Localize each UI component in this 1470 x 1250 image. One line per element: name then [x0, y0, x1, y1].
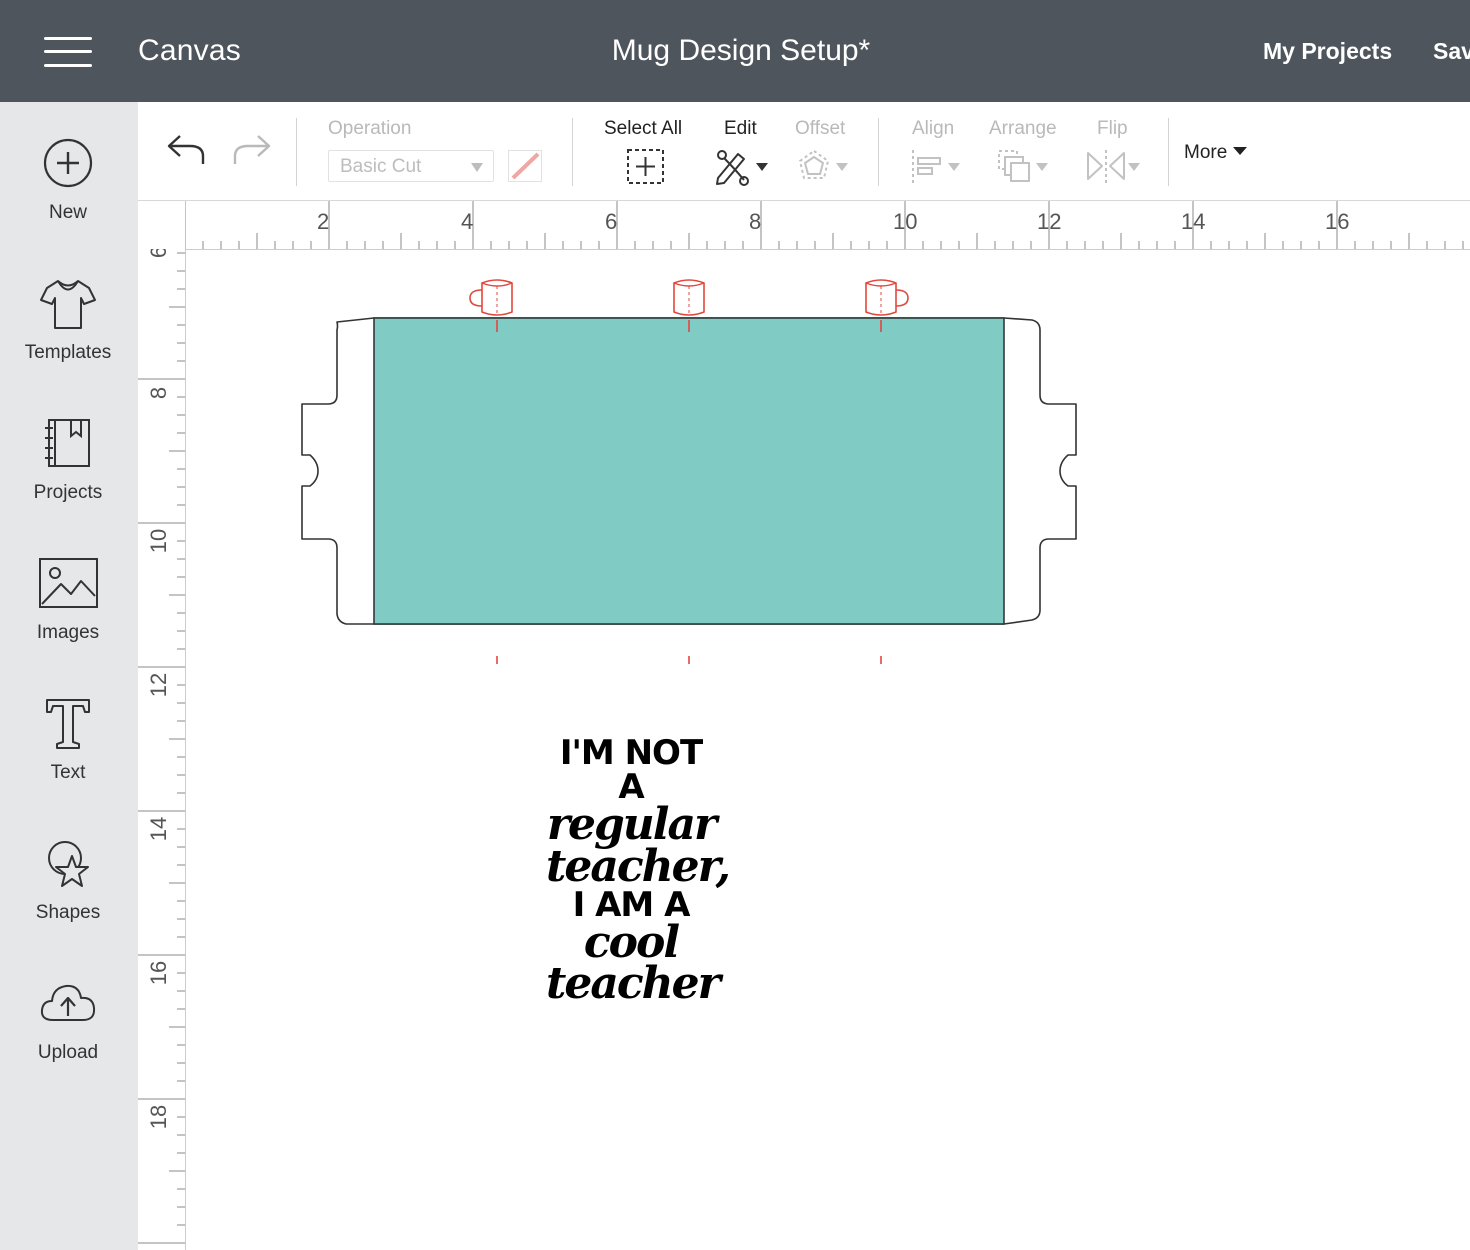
- mug-template: [301, 279, 1077, 664]
- sidebar-item-label: Projects: [33, 482, 103, 503]
- ruler-x-label: 6: [605, 209, 618, 234]
- ruler-y-label: 8: [146, 386, 171, 400]
- mug-marker-icon: [469, 279, 513, 316]
- text-t-icon: [46, 699, 90, 749]
- sidebar-item-label: Images: [36, 622, 100, 643]
- chevron-down-icon: [1233, 147, 1248, 155]
- redo-icon[interactable]: [230, 132, 272, 168]
- align-icon: [912, 150, 960, 184]
- plus-circle-icon: [43, 138, 93, 188]
- ruler-x-label: 16: [1325, 209, 1350, 234]
- ruler-y-label: 18: [146, 1104, 171, 1130]
- mug-print-area: [373, 317, 1005, 625]
- teacher-text-design[interactable]: I'M NOT A regular teacher, I AM A cool t…: [546, 733, 731, 1010]
- ruler-y-label: 16: [146, 960, 171, 986]
- ruler-x-label: 12: [1037, 209, 1062, 234]
- app-header: Canvas Mug Design Setup* My Projects Sav: [0, 0, 1470, 102]
- ruler-x-label: 10: [893, 209, 918, 234]
- ruler-x-label: 14: [1181, 209, 1206, 234]
- flip-label: Flip: [1097, 118, 1128, 139]
- ruler-y-label: 14: [146, 816, 171, 842]
- design-line: cool: [583, 916, 680, 968]
- toolbar-divider: [296, 118, 297, 186]
- operation-select[interactable]: Basic Cut: [328, 150, 494, 182]
- design-line: teacher,: [546, 840, 731, 892]
- sidebar-item-text[interactable]: Text: [0, 696, 138, 816]
- ruler-x-label: 4: [461, 209, 474, 234]
- save-button[interactable]: Sav: [1433, 38, 1470, 65]
- ruler-y-label: 12: [146, 672, 171, 698]
- design-line: regular: [546, 799, 717, 850]
- ruler-x-label: 2: [317, 209, 330, 234]
- offset-label: Offset: [795, 118, 846, 139]
- document-title: Mug Design Setup*: [611, 34, 871, 67]
- horizontal-ruler-ticks: [184, 201, 1464, 249]
- no-color-slash-icon: [511, 152, 540, 180]
- ruler-x-label: 8: [749, 209, 762, 234]
- more-menu-button[interactable]: More: [1184, 142, 1248, 164]
- material-color-swatch[interactable]: [508, 150, 542, 182]
- select-all-icon[interactable]: [626, 148, 666, 186]
- ruler-corner: [138, 201, 185, 249]
- sidebar-item-new[interactable]: New: [0, 136, 138, 256]
- chevron-down-icon: [471, 163, 483, 172]
- sidebar-item-shapes[interactable]: Shapes: [0, 836, 138, 956]
- operation-select-value: Basic Cut: [340, 156, 422, 177]
- sidebar-item-label: Shapes: [35, 902, 101, 923]
- more-label: More: [1184, 142, 1228, 163]
- arrange-label: Arrange: [989, 118, 1057, 139]
- shapes-icon: [48, 841, 89, 887]
- flip-icon: [1087, 150, 1140, 184]
- design-line: teacher: [546, 958, 721, 1010]
- toolbar-divider: [1168, 118, 1169, 186]
- toolbar-divider: [572, 118, 573, 186]
- sidebar-item-upload[interactable]: Upload: [0, 976, 138, 1096]
- cloud-upload-icon: [40, 984, 96, 1021]
- image-icon: [39, 558, 98, 608]
- design-line: I'M NOT A: [559, 733, 703, 807]
- edit-tools-icon[interactable]: [714, 148, 772, 186]
- mug-marker-icon: [673, 279, 705, 316]
- edit-toolbar: Operation Basic Cut Select All Edit Offs…: [138, 102, 1470, 201]
- sidebar-item-templates[interactable]: Templates: [0, 276, 138, 396]
- edit-label: Edit: [724, 118, 757, 139]
- ruler-y-label: 10: [146, 528, 171, 554]
- tshirt-icon: [40, 280, 96, 329]
- sidebar-item-images[interactable]: Images: [0, 556, 138, 676]
- undo-icon[interactable]: [166, 132, 208, 168]
- arrange-icon: [998, 150, 1048, 182]
- operation-label: Operation: [328, 118, 412, 139]
- sidebar-item-label: Text: [50, 762, 86, 783]
- toolbar-divider: [878, 118, 879, 186]
- sidebar-item-projects[interactable]: Projects: [0, 416, 138, 536]
- design-canvas[interactable]: I'M NOT A regular teacher, I AM A cool t…: [186, 250, 1470, 1250]
- left-sidebar: New Templates Projects Images Text Shape…: [0, 102, 138, 1250]
- sidebar-item-label: Upload: [37, 1042, 99, 1063]
- notebook-icon: [45, 419, 90, 467]
- my-projects-link[interactable]: My Projects: [1263, 38, 1392, 65]
- sidebar-item-label: Templates: [24, 342, 112, 363]
- select-all-label: Select All: [604, 118, 683, 139]
- mug-marker-icon: [865, 279, 909, 316]
- offset-icon: [798, 149, 848, 179]
- sidebar-item-label: New: [48, 202, 87, 223]
- vertical-ruler: 6 8 10 12 14 16 18: [138, 246, 186, 1250]
- align-label: Align: [912, 118, 955, 139]
- horizontal-ruler: 2 4 6 8 10 12 14 16: [138, 201, 1470, 250]
